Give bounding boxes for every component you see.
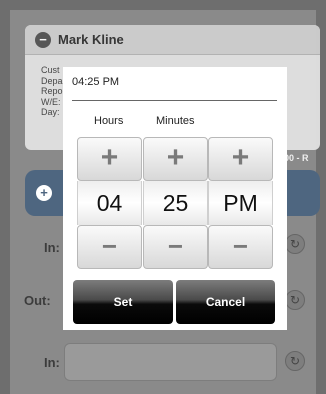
employee-details: Cust Depa Repo W/E: Day: [41,65,63,118]
row-label-out: Out: [24,293,51,308]
minutes-label: Minutes [156,115,195,127]
time-field-in-2[interactable] [64,343,277,381]
row-label-in-1: In: [44,240,60,255]
cancel-button[interactable]: Cancel [176,280,275,324]
detail-line-report: Repo [41,86,63,96]
ampm-spinner: + PM − [208,137,273,269]
detail-line-department: Depa [41,75,63,86]
minutes-value[interactable]: 25 [143,181,208,225]
divider [72,100,277,101]
hours-decrement-button[interactable]: − [77,225,142,269]
detail-line-day: Day: [41,107,60,117]
collapse-icon[interactable]: − [35,31,51,48]
employee-card-header[interactable]: − Mark Kline [25,25,320,55]
ampm-value[interactable]: PM [208,181,273,225]
ampm-decrement-button[interactable]: − [208,225,273,269]
refresh-icon[interactable]: ↻ [285,351,305,371]
hours-value[interactable]: 04 [77,181,142,225]
ampm-increment-button[interactable]: + [208,137,273,181]
hours-label: Hours [94,115,124,127]
employee-name: Mark Kline [58,32,124,47]
minutes-decrement-button[interactable]: − [143,225,208,269]
refresh-icon[interactable]: ↻ [285,290,305,310]
set-button[interactable]: Set [73,280,173,324]
row-label-in-2: In: [44,355,60,370]
minutes-increment-button[interactable]: + [143,137,208,181]
hours-spinner: + 04 − [77,137,142,269]
refresh-icon[interactable]: ↻ [285,234,305,254]
detail-line-week-ending: W/E: [41,96,61,107]
time-display: 04:25 PM [72,76,120,88]
detail-line-customer: Cust [41,65,60,75]
plus-circle-icon[interactable]: + [36,185,52,201]
hours-increment-button[interactable]: + [77,137,142,181]
minutes-spinner: + 25 − [143,137,208,269]
time-picker-dialog: 04:25 PM Hours Minutes + 04 − + 25 − + P… [63,67,287,330]
code-tag: 00 - R [284,153,309,163]
